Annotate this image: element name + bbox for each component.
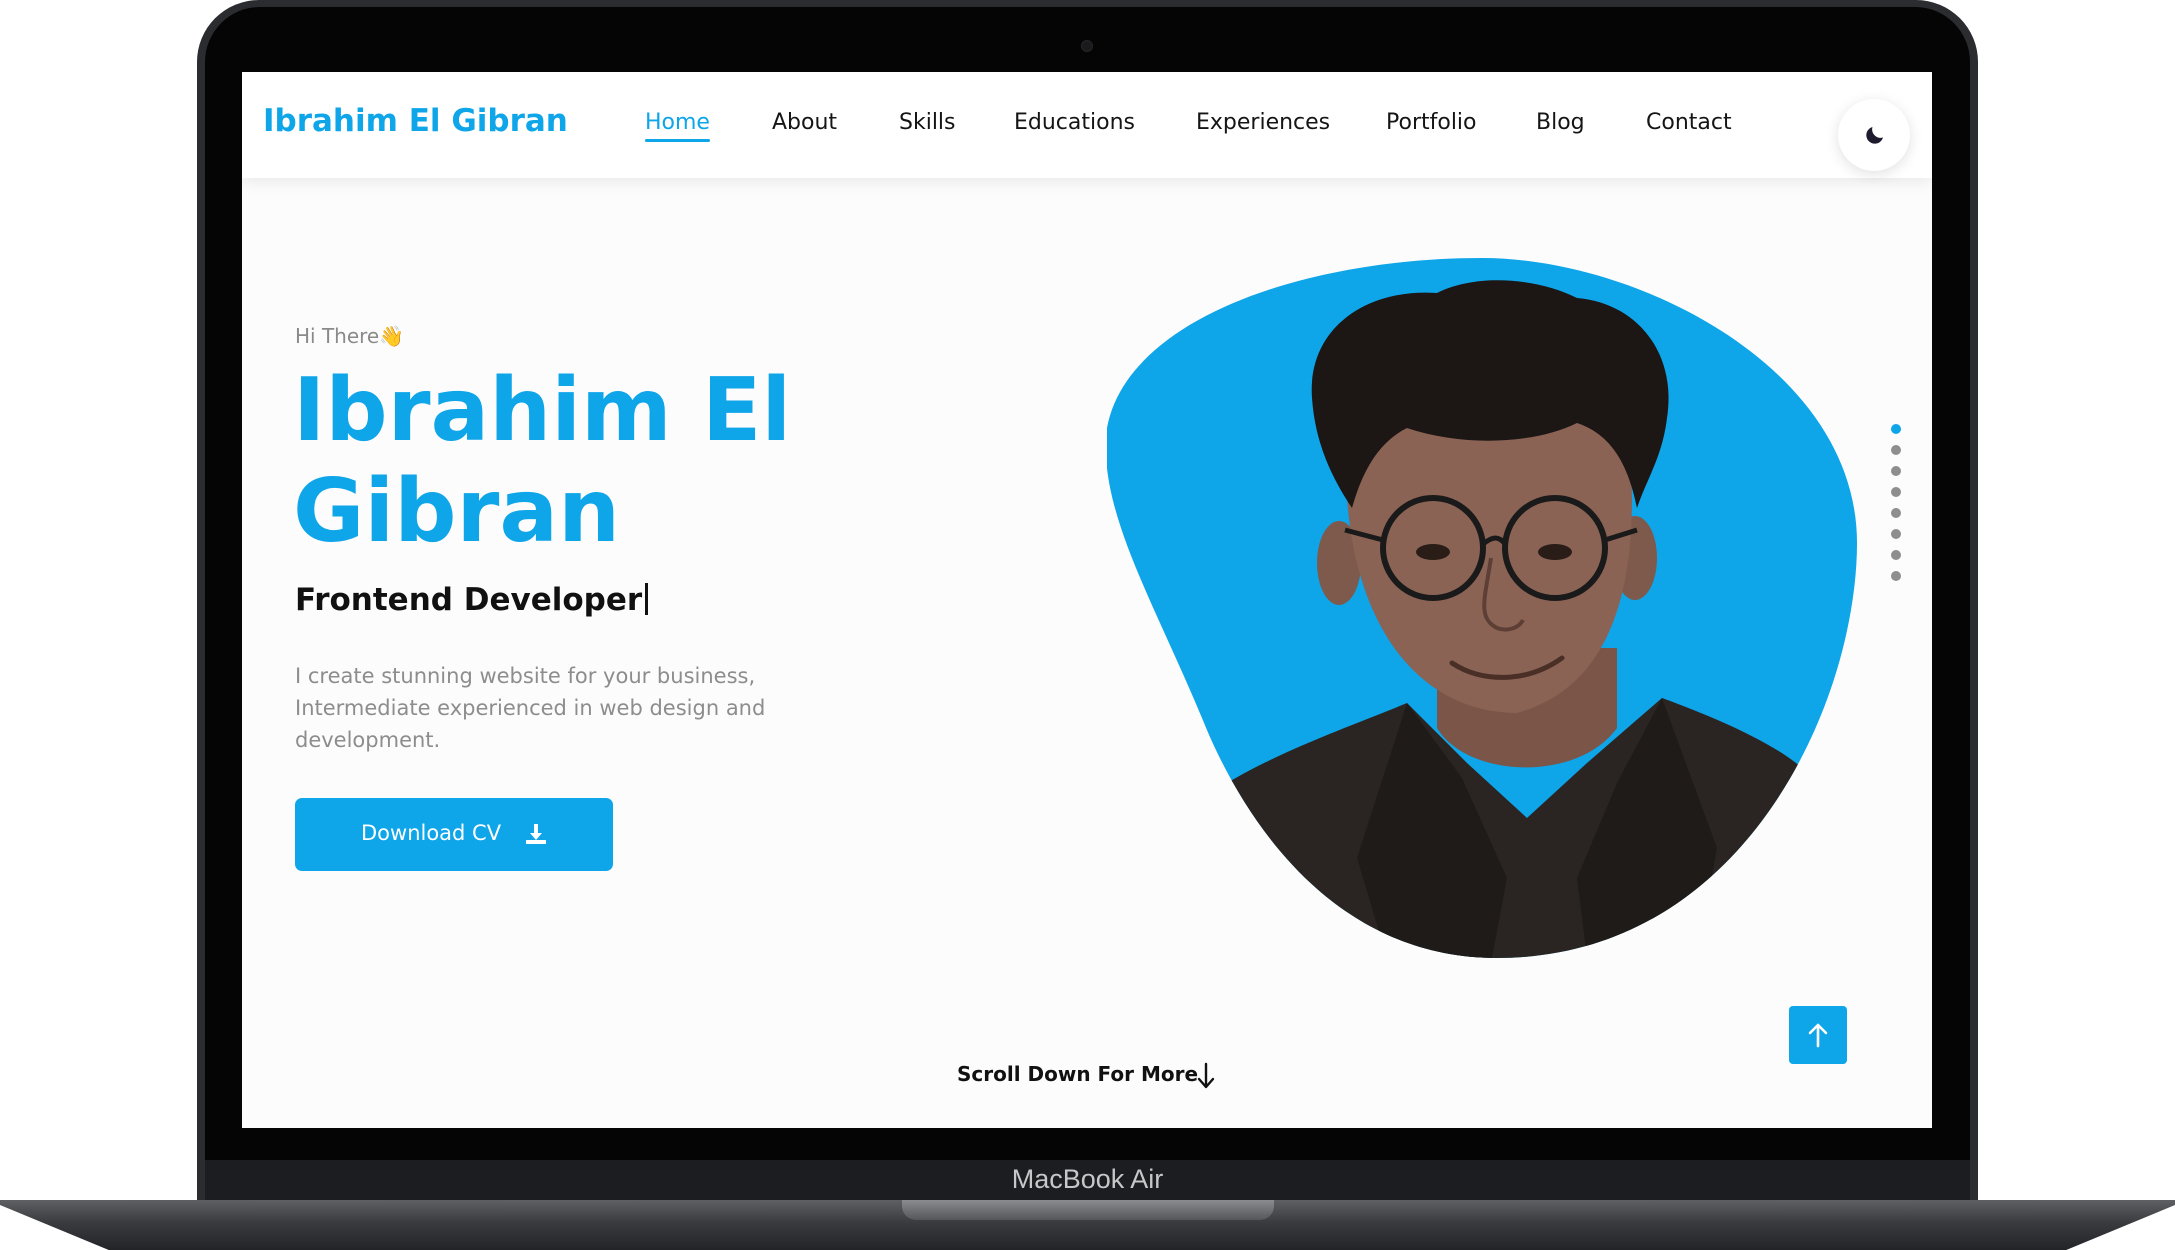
- section-dot[interactable]: [1891, 424, 1901, 434]
- profile-photo: [1107, 258, 1857, 958]
- typing-cursor: [645, 583, 649, 615]
- theme-toggle-button[interactable]: [1838, 99, 1910, 171]
- hero-greeting: Hi There👋: [295, 324, 405, 348]
- nav-link-skills[interactable]: Skills: [899, 110, 956, 135]
- nav-link-blog[interactable]: Blog: [1536, 110, 1585, 135]
- nav-link-educations[interactable]: Educations: [1014, 110, 1135, 135]
- arrow-up-icon: [1808, 1023, 1828, 1048]
- nav-link-home[interactable]: Home: [645, 110, 710, 142]
- section-dot[interactable]: [1891, 508, 1901, 518]
- scroll-to-top-button[interactable]: [1789, 1006, 1847, 1064]
- hero-name: Ibrahim El Gibran: [293, 359, 792, 562]
- section-dot[interactable]: [1891, 550, 1901, 560]
- section-dot[interactable]: [1891, 445, 1901, 455]
- section-dot-nav: [1890, 424, 1902, 584]
- job-title-text: Frontend Developer: [295, 582, 643, 618]
- nav-link-contact[interactable]: Contact: [1646, 110, 1732, 135]
- hero-description: I create stunning website for your busin…: [295, 664, 766, 752]
- download-icon: [526, 824, 546, 844]
- hero-job-title: Frontend Developer: [295, 582, 649, 618]
- nav-link-portfolio[interactable]: Portfolio: [1386, 110, 1477, 135]
- moon-icon: [1866, 127, 1883, 144]
- section-dot[interactable]: [1891, 571, 1901, 581]
- nav-link-experiences[interactable]: Experiences: [1196, 110, 1330, 135]
- download-cv-label: Download CV: [361, 821, 502, 845]
- camera: [1081, 40, 1093, 52]
- download-cv-button[interactable]: Download CV: [295, 798, 613, 871]
- laptop-base-notch: [902, 1200, 1274, 1220]
- section-dot[interactable]: [1891, 529, 1901, 539]
- nav-link-about[interactable]: About: [772, 110, 837, 135]
- navbar: Ibrahim El Gibran Home About Skills Educ…: [242, 72, 1932, 178]
- section-dot[interactable]: [1891, 466, 1901, 476]
- arrow-down-icon: [1197, 1062, 1215, 1089]
- scroll-down-label: Scroll Down For More: [957, 1062, 1199, 1086]
- section-dot[interactable]: [1891, 487, 1901, 497]
- device-model-label: MacBook Air: [1011, 1164, 1164, 1194]
- scroll-down-link[interactable]: Scroll Down For More: [957, 1062, 1215, 1089]
- brand-logo[interactable]: Ibrahim El Gibran: [263, 103, 568, 139]
- website-screen: Ibrahim El Gibran Home About Skills Educ…: [242, 72, 1932, 1128]
